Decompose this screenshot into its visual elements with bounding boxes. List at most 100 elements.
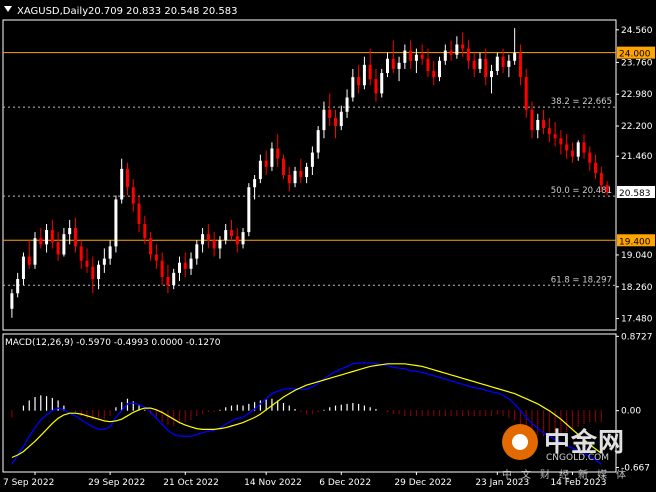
candle-body-22 <box>137 203 141 224</box>
candle-71 <box>420 44 424 65</box>
candle-89 <box>524 68 528 118</box>
candle-body-78 <box>461 44 465 49</box>
candle-body-44 <box>264 160 268 167</box>
candle-body-97 <box>570 150 574 157</box>
candle-body-6 <box>45 230 49 245</box>
horizontal-levels[interactable]: 38.2 = 22.665 50.0 = 20.481 61.8 = 18.297 <box>3 52 616 286</box>
candle-body-43 <box>258 160 262 180</box>
level-tag-1: 19.400 <box>619 237 651 247</box>
candle-body-83 <box>490 70 494 78</box>
candle-body-87 <box>513 52 517 61</box>
candle-83 <box>490 64 494 94</box>
candle-body-64 <box>380 73 384 94</box>
candle-body-26 <box>160 260 164 277</box>
candle-body-90 <box>530 109 534 131</box>
candle-body-63 <box>374 79 378 94</box>
candle-21 <box>131 179 135 212</box>
candle-27 <box>166 264 170 294</box>
candle-body-20 <box>125 168 129 188</box>
price-chart[interactable]: 38.2 = 22.66550.0 = 20.48161.8 = 18.297 … <box>0 0 656 492</box>
candle-body-12 <box>79 246 83 261</box>
watermark-slogan: 中文财经新媒体 <box>502 470 635 481</box>
candle-37 <box>224 223 228 245</box>
candle-body-68 <box>403 50 407 63</box>
macd-label: MACD(12,26,9) -0.5970 -0.4993 0.0000 -0.… <box>5 338 221 348</box>
candle-4 <box>33 232 37 269</box>
candle-6 <box>45 223 49 253</box>
candle-body-95 <box>559 138 563 145</box>
x-tick-0: 7 Sep 2022 <box>3 478 54 488</box>
price-tick-1: 23.760 <box>621 58 653 68</box>
candle-33 <box>201 228 205 253</box>
price-tick-7: 17.480 <box>621 315 653 325</box>
candle-65 <box>386 52 390 78</box>
candle-body-38 <box>229 230 233 237</box>
candle-30 <box>183 252 187 277</box>
candle-66 <box>391 40 395 74</box>
candle-body-35 <box>212 240 216 249</box>
candle-body-49 <box>293 170 297 184</box>
candle-body-13 <box>85 260 89 267</box>
candle-38 <box>229 219 233 241</box>
price-tick-4: 21.460 <box>621 152 653 162</box>
candle-68 <box>403 44 407 69</box>
candle-body-86 <box>507 60 511 67</box>
candle-39 <box>235 228 239 253</box>
candle-35 <box>212 232 216 257</box>
candle-61 <box>362 56 366 90</box>
candle-81 <box>478 52 482 74</box>
candle-40 <box>241 228 245 249</box>
candle-96 <box>565 134 569 159</box>
candle-56 <box>334 109 338 139</box>
candle-64 <box>380 68 384 98</box>
price-tick-3: 22.200 <box>621 122 653 132</box>
fib-label-2: 61.8 = 18.297 <box>551 275 612 285</box>
candle-body-7 <box>50 230 54 243</box>
dropdown-triangle-icon[interactable] <box>4 6 12 12</box>
candle-body-92 <box>542 119 546 129</box>
candle-body-23 <box>143 223 147 239</box>
candle-5 <box>39 228 43 249</box>
candle-76 <box>449 40 453 61</box>
candle-body-79 <box>466 48 470 61</box>
fib-label-0: 38.2 = 22.665 <box>551 97 612 107</box>
candle-45 <box>270 142 274 171</box>
candle-body-14 <box>91 266 95 280</box>
candle-63 <box>374 68 378 102</box>
cngold-logo-icon <box>502 424 538 460</box>
candle-101 <box>594 154 598 180</box>
price-tick-0: 24.560 <box>621 26 653 36</box>
candle-74 <box>438 56 442 82</box>
candle-body-0 <box>10 293 14 309</box>
candle-body-32 <box>195 244 199 259</box>
candle-16 <box>102 248 106 273</box>
candle-body-45 <box>270 148 274 167</box>
candlestick-series <box>10 28 609 318</box>
candle-body-33 <box>201 234 205 245</box>
candle-2 <box>21 252 25 286</box>
candle-24 <box>149 232 153 261</box>
candle-body-34 <box>206 234 210 241</box>
candle-22 <box>137 195 141 233</box>
candle-body-93 <box>547 128 551 135</box>
candle-75 <box>443 44 447 65</box>
candle-body-24 <box>149 238 153 255</box>
axis-labels: 24.00019.40020.58324.56023.76022.98022.2… <box>3 26 655 488</box>
candle-body-5 <box>39 238 43 245</box>
candle-body-48 <box>287 175 291 184</box>
candle-73 <box>432 60 436 86</box>
candle-body-51 <box>305 166 309 178</box>
candle-18 <box>114 195 118 253</box>
candle-body-1 <box>16 279 20 294</box>
candle-body-27 <box>166 276 170 286</box>
candle-body-55 <box>328 109 332 118</box>
candle-59 <box>351 68 355 102</box>
candle-31 <box>189 252 193 275</box>
candle-32 <box>195 240 199 265</box>
candle-3 <box>27 240 31 269</box>
price-tick-5: 19.040 <box>621 251 653 261</box>
chart-frame <box>2 19 617 473</box>
candle-body-98 <box>576 142 580 157</box>
candle-26 <box>160 252 164 286</box>
candle-body-67 <box>397 62 401 69</box>
